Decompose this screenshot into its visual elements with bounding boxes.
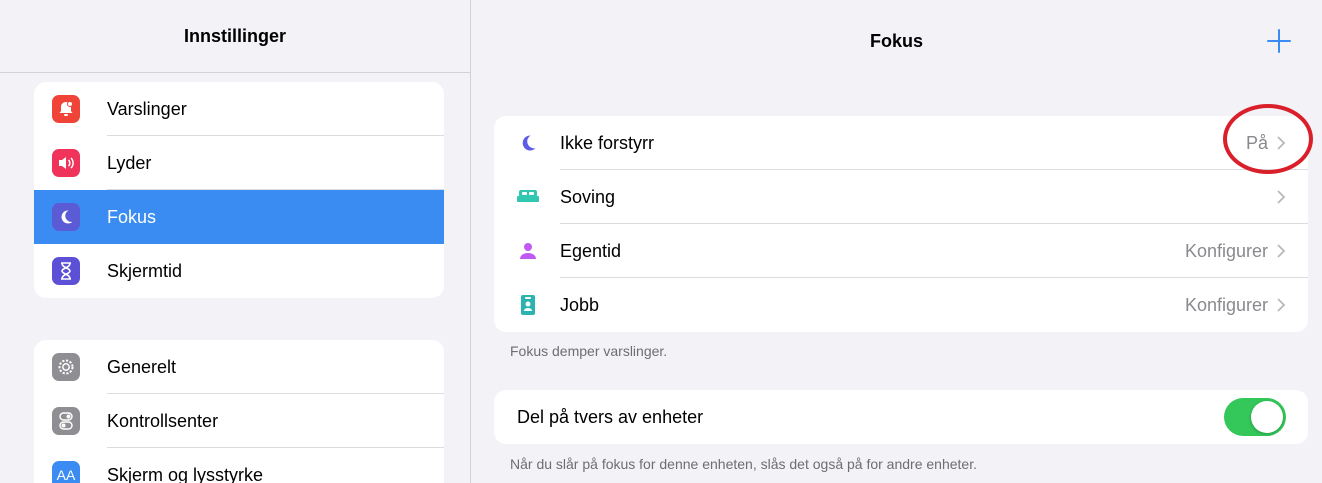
moon-icon — [516, 131, 540, 155]
main-header: Fokus — [471, 0, 1322, 86]
share-across-devices-row: Del på tvers av enheter — [494, 390, 1308, 444]
person-icon — [516, 239, 540, 263]
sidebar-item-label: Generelt — [107, 356, 177, 377]
focus-item-label: Jobb — [560, 294, 600, 315]
moon-icon — [52, 203, 80, 231]
speaker-icon — [52, 149, 80, 177]
chevron-right-icon — [1277, 298, 1286, 312]
plus-icon[interactable] — [1266, 28, 1292, 54]
share-footnote: Når du slår på fokus for denne enheten, … — [510, 456, 977, 472]
sidebar-item-label: Lyder — [107, 152, 152, 173]
sidebar-group-general: Generelt Kontrollsenter AA Skjerm og lys… — [34, 340, 444, 483]
share-toggle[interactable] — [1224, 398, 1286, 436]
focus-item-value: Konfigurer — [1184, 294, 1268, 315]
sidebar-item-label: Kontrollsenter — [107, 410, 219, 431]
annotation-circle — [1223, 104, 1313, 174]
sidebar-item-skjermtid[interactable]: Skjermtid — [34, 244, 444, 298]
focus-item-label: Egentid — [560, 240, 622, 261]
sidebar-item-generelt[interactable]: Generelt — [34, 340, 444, 394]
page-title: Fokus — [869, 31, 923, 51]
bell-icon — [52, 95, 80, 123]
share-label: Del på tvers av enheter — [517, 406, 704, 427]
sidebar-item-label: Skjerm og lysstyrke — [107, 464, 264, 483]
sidebar-item-kontrollsenter[interactable]: Kontrollsenter — [34, 394, 444, 448]
hourglass-icon — [52, 257, 80, 285]
sidebar-group-notifications: Varslinger Lyder Fokus Skjermtid — [34, 82, 444, 298]
focus-footnote: Fokus demper varslinger. — [510, 343, 668, 359]
focus-item-value: Konfigurer — [1184, 240, 1268, 261]
chevron-right-icon — [1277, 190, 1286, 204]
switches-icon — [52, 407, 80, 435]
focus-item-label: Ikke forstyrr — [560, 132, 655, 153]
main-panel: Fokus Ikke forstyrr På Soving Egentid Ko… — [471, 0, 1322, 483]
text-size-icon: AA — [52, 461, 80, 483]
focus-item-jobb[interactable]: Jobb Konfigurer — [494, 278, 1308, 332]
gear-icon — [52, 353, 80, 381]
sidebar-title: Innstillinger — [0, 0, 470, 73]
badge-icon — [516, 293, 540, 317]
sidebar-item-varslinger[interactable]: Varslinger — [34, 82, 444, 136]
sidebar-item-lyder[interactable]: Lyder — [34, 136, 444, 190]
focus-item-ikke-forstyrr[interactable]: Ikke forstyrr På — [494, 116, 1308, 170]
sidebar: Innstillinger Varslinger Lyder Fokus Skj… — [0, 0, 471, 483]
chevron-right-icon — [1277, 244, 1286, 258]
sidebar-item-skjerm-og-lysstyrke[interactable]: AA Skjerm og lysstyrke — [34, 448, 444, 483]
share-across-devices-card: Del på tvers av enheter — [494, 390, 1308, 444]
bed-icon — [516, 185, 540, 209]
focus-item-label: Soving — [560, 186, 616, 207]
sidebar-item-label: Fokus — [107, 206, 157, 227]
focus-item-egentid[interactable]: Egentid Konfigurer — [494, 224, 1308, 278]
toggle-knob — [1251, 401, 1283, 433]
focus-modes-list: Ikke forstyrr På Soving Egentid Konfigur… — [494, 116, 1308, 332]
sidebar-item-fokus[interactable]: Fokus — [34, 190, 444, 244]
sidebar-item-label: Varslinger — [107, 98, 187, 119]
sidebar-item-label: Skjermtid — [107, 260, 183, 281]
focus-item-soving[interactable]: Soving — [494, 170, 1308, 224]
